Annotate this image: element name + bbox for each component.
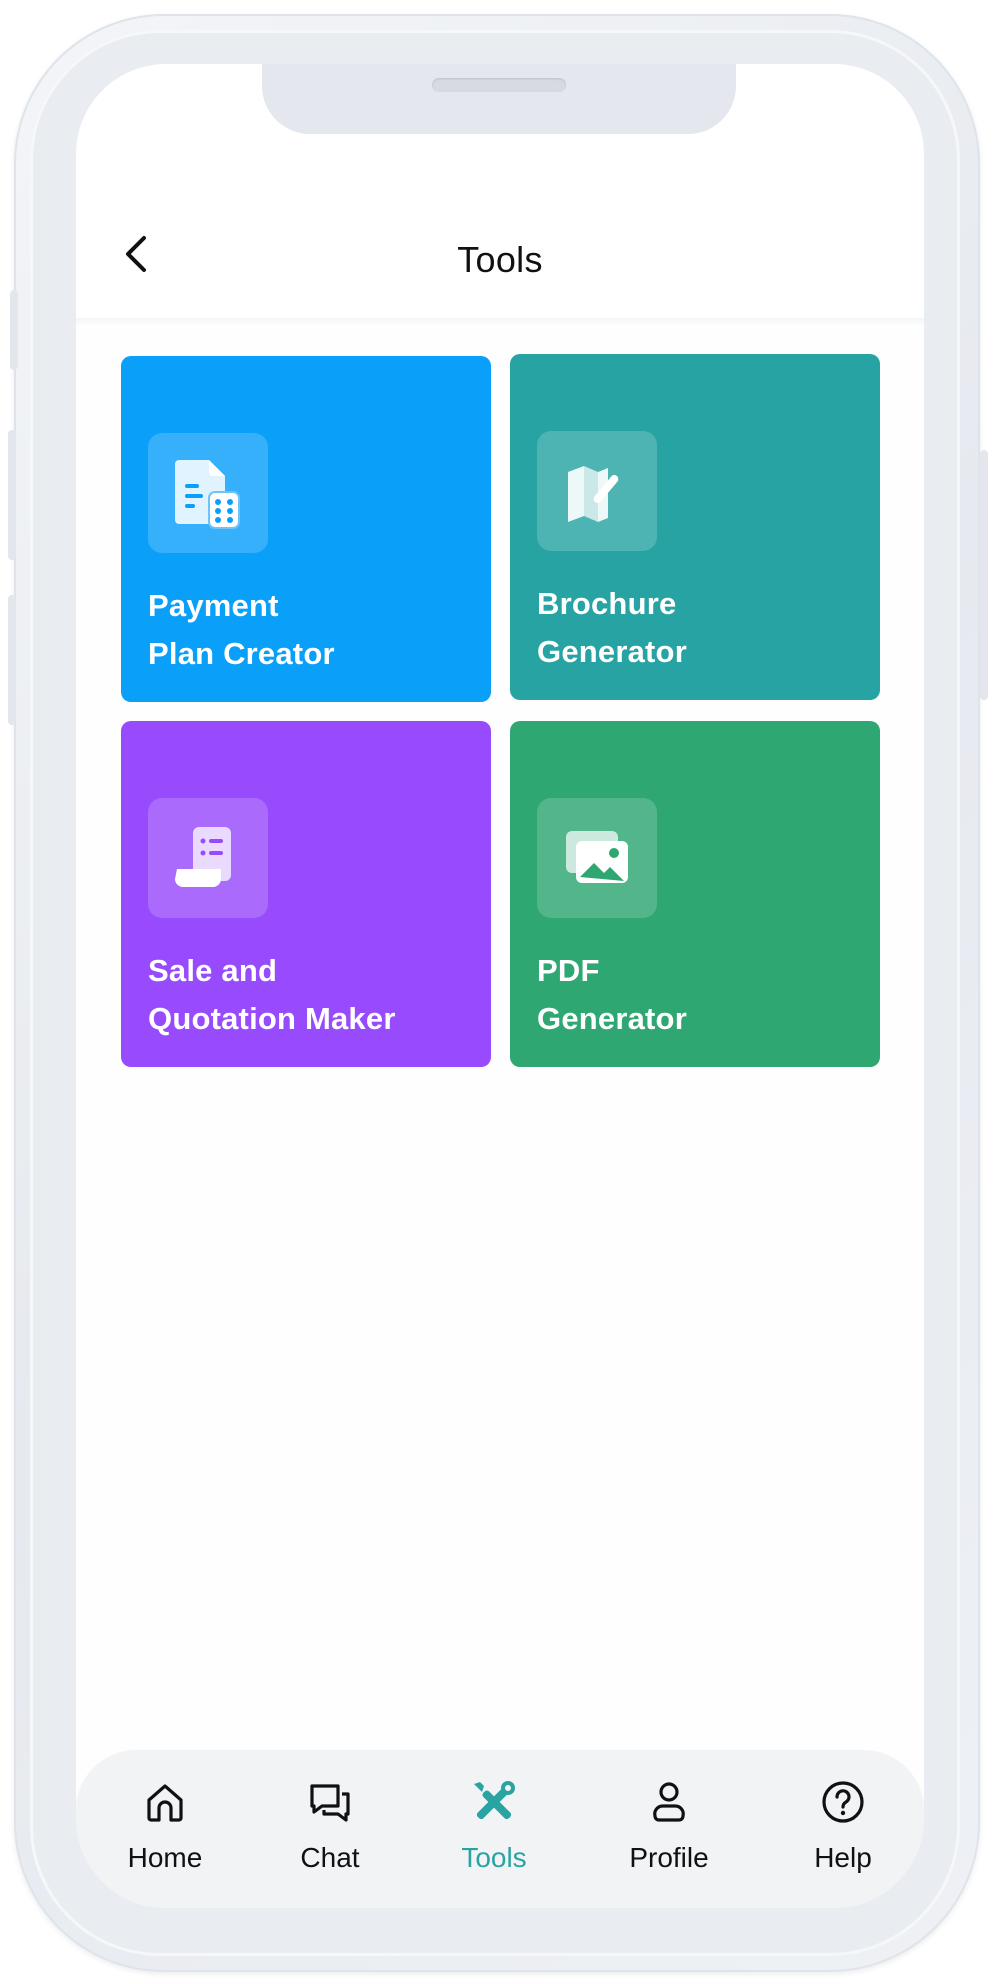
brochure-generator-tile[interactable]: Brochure Generator [510, 354, 880, 700]
app-header: Tools [76, 164, 924, 318]
header-divider [76, 318, 924, 328]
nav-item-chat[interactable]: Chat [255, 1778, 405, 1888]
nav-label: Tools [461, 1842, 527, 1873]
nav-label: Home [127, 1842, 203, 1873]
tile-label-line-2: Quotation Maker [148, 1001, 396, 1036]
tile-icon-box [148, 433, 268, 553]
phone-volume-down-button [8, 595, 16, 725]
tile-label: Brochure Generator [537, 580, 867, 676]
nav-label: Profile [629, 1842, 709, 1873]
nav-label: Help [814, 1842, 872, 1873]
nav-item-profile[interactable]: Profile [594, 1778, 744, 1888]
phone-notch [262, 64, 736, 134]
tile-icon-box [148, 798, 268, 918]
tools-icon [474, 1781, 515, 1820]
tile-label-line-2: Generator [537, 634, 687, 669]
pdf-generator-tile[interactable]: PDF Generator [510, 721, 880, 1067]
phone-mute-switch [10, 290, 18, 370]
tools-grid: Payment Plan Creator Brochure Generator [76, 328, 924, 1808]
brochure-pen-icon [568, 466, 619, 522]
tile-label-line-2: Plan Creator [148, 636, 335, 671]
phone-power-button [980, 450, 988, 700]
document-calculator-icon [175, 460, 240, 529]
phone-volume-up-button [8, 430, 16, 560]
tile-label-line-1: PDF [537, 953, 600, 988]
nav-item-home[interactable]: Home [90, 1778, 240, 1888]
tile-label-line-1: Brochure [537, 586, 677, 621]
app-screen: Tools Payment Plan Creator Brochure Gene… [76, 64, 924, 1908]
payment-plan-creator-tile[interactable]: Payment Plan Creator [121, 356, 491, 702]
tile-label: Payment Plan Creator [148, 582, 478, 678]
bottom-nav-bar: Home Chat Tools Profile Help [76, 1750, 924, 1908]
chat-bubbles-icon [310, 1784, 350, 1822]
tile-label: Sale and Quotation Maker [148, 947, 478, 1043]
help-circle-icon [822, 1781, 864, 1823]
page-title: Tools [457, 239, 543, 280]
phone-speaker [432, 78, 566, 92]
user-icon [653, 1782, 685, 1822]
image-gallery-icon [566, 831, 628, 883]
tile-label-line-1: Sale and [148, 953, 278, 988]
nav-label: Chat [300, 1842, 360, 1873]
receipt-list-icon [175, 827, 231, 887]
tile-label-line-1: Payment [148, 588, 279, 623]
tile-label-line-2: Generator [537, 1001, 687, 1036]
tile-icon-box [537, 431, 657, 551]
nav-item-tools[interactable]: Tools [419, 1778, 569, 1888]
nav-item-help[interactable]: Help [768, 1778, 918, 1888]
home-icon [147, 1784, 183, 1822]
tile-icon-box [537, 798, 657, 918]
tile-label: PDF Generator [537, 947, 867, 1043]
sale-and-quotation-maker-tile[interactable]: Sale and Quotation Maker [121, 721, 491, 1067]
